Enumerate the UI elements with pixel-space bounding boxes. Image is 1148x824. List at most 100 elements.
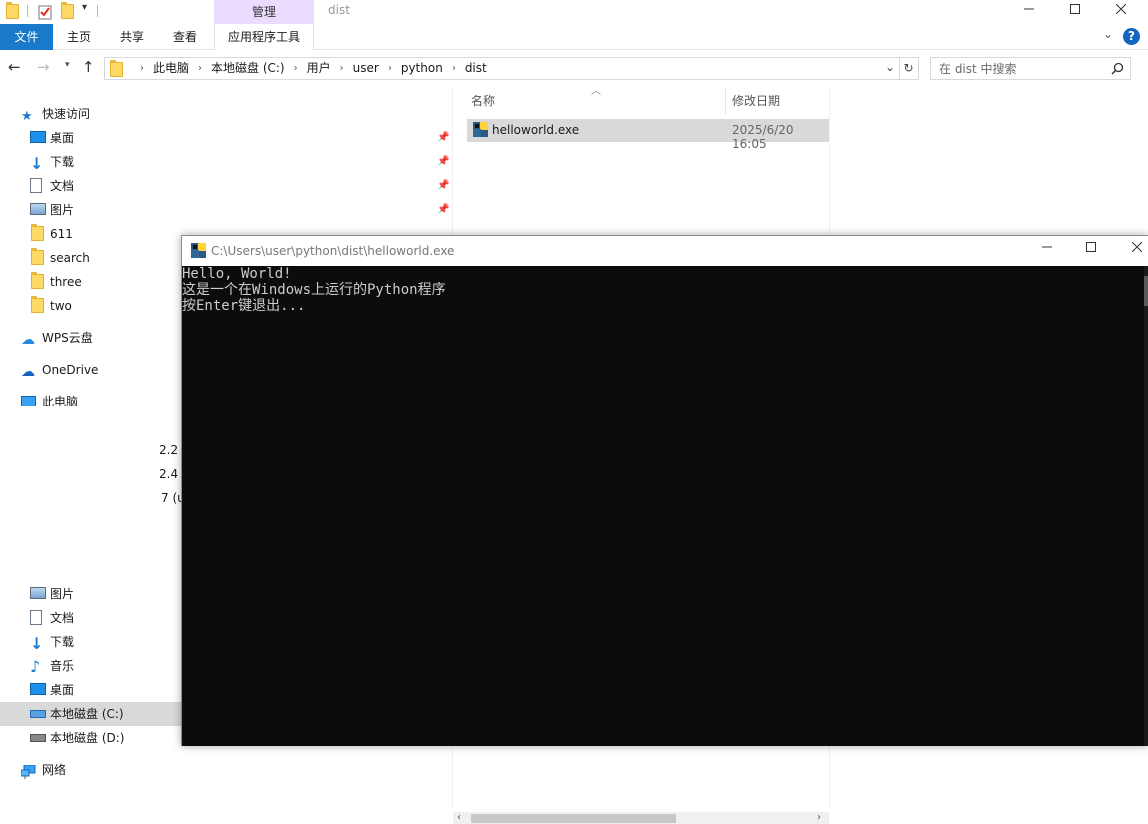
ribbon-tabs: 文件 主页 共享 查看 应用程序工具 ⌄ ? — [0, 24, 1148, 50]
onedrive-cloud-icon: ☁ — [21, 364, 35, 380]
tab-file[interactable]: 文件 — [0, 24, 53, 50]
console-maximize-button[interactable] — [1076, 241, 1106, 261]
pin-icon[interactable]: 📌 — [437, 150, 449, 174]
music-icon: ♪ — [30, 657, 41, 676]
breadcrumb-separator-icon[interactable]: › — [331, 58, 353, 79]
maximize-icon — [1086, 242, 1096, 252]
console-close-button[interactable] — [1122, 241, 1148, 261]
divider — [27, 5, 28, 17]
search-box[interactable] — [930, 57, 1131, 80]
console-title-bar[interactable]: C:\Users\user\python\dist\helloworld.exe — [182, 236, 1148, 266]
nav-item-downloads[interactable]: ↓ 下载 📌 — [0, 150, 453, 174]
breadcrumb-separator-icon[interactable]: › — [443, 58, 465, 79]
quick-access-dropdown-icon[interactable]: ▾ — [82, 2, 87, 13]
breadcrumb-item[interactable]: 用户 — [307, 58, 331, 79]
breadcrumb-item[interactable]: python — [401, 58, 443, 79]
window-title: dist — [328, 3, 350, 17]
console-window[interactable]: C:\Users\user\python\dist\helloworld.exe… — [181, 235, 1148, 746]
breadcrumb-separator-icon[interactable]: › — [379, 58, 401, 79]
maximize-icon — [1070, 4, 1080, 14]
minimize-icon — [1042, 246, 1052, 248]
pin-icon[interactable]: 📌 — [437, 126, 449, 150]
drive-icon — [30, 707, 46, 718]
close-icon — [1115, 3, 1127, 15]
scroll-left-chevron-icon[interactable]: ‹ — [457, 812, 461, 823]
tab-application-tools[interactable]: 应用程序工具 — [214, 24, 314, 50]
document-icon — [30, 178, 42, 193]
nav-item-documents[interactable]: 文档 📌 — [0, 174, 453, 198]
up-arrow-icon[interactable]: ↑ — [82, 58, 95, 76]
nav-item-desktop[interactable]: 桌面 📌 — [0, 126, 453, 150]
close-button[interactable] — [1098, 0, 1144, 22]
address-bar[interactable]: › 此电脑 › 本地磁盘 (C:) › 用户 › user › python ›… — [104, 57, 900, 80]
pictures-icon — [30, 203, 46, 215]
download-icon: ↓ — [30, 154, 44, 173]
folder-icon — [110, 60, 123, 77]
scrollbar-thumb[interactable] — [1144, 276, 1148, 306]
sort-ascending-icon: ︿ — [591, 86, 601, 97]
breadcrumb-item[interactable]: 此电脑 — [153, 58, 189, 79]
scroll-right-chevron-icon[interactable]: › — [817, 812, 821, 823]
column-header-date-modified[interactable]: 修改日期 — [732, 92, 780, 109]
maximize-button[interactable] — [1052, 0, 1098, 22]
breadcrumb-item[interactable]: user — [353, 58, 379, 79]
folder-icon — [31, 224, 44, 241]
file-row[interactable]: helloworld.exe 2025/6/20 16:05 — [467, 119, 829, 151]
console-title: C:\Users\user\python\dist\helloworld.exe — [211, 244, 455, 258]
document-icon — [30, 610, 42, 625]
back-arrow-icon[interactable]: ← — [8, 58, 21, 76]
pin-icon[interactable]: 📌 — [437, 198, 449, 222]
breadcrumb-separator-icon[interactable]: › — [285, 58, 307, 79]
desktop-icon — [30, 683, 46, 695]
nav-network[interactable]: 网络 — [0, 758, 453, 782]
column-header-name[interactable]: 名称 — [471, 92, 495, 109]
folder-icon — [31, 248, 44, 265]
python-exe-icon — [191, 243, 206, 258]
column-header-row: ︿ 名称 修改日期 — [467, 86, 829, 114]
breadcrumb-separator-icon[interactable]: › — [189, 58, 211, 79]
forward-arrow-icon[interactable]: → — [37, 58, 50, 76]
console-minimize-button[interactable] — [1032, 241, 1062, 261]
console-output[interactable]: Hello, World! 这是一个在Windows上运行的Python程序 按En… — [182, 266, 1148, 746]
folder-icon[interactable] — [6, 2, 19, 19]
horizontal-scrollbar[interactable]: ‹ › — [453, 812, 829, 824]
minimize-button[interactable] — [1006, 0, 1052, 22]
tab-view[interactable]: 查看 — [161, 24, 209, 50]
drive-icon — [30, 731, 46, 742]
address-dropdown-chevron-icon[interactable]: ⌄ — [885, 60, 895, 74]
close-icon — [1131, 241, 1143, 253]
column-resize-handle[interactable] — [725, 88, 726, 114]
tab-home[interactable]: 主页 — [55, 24, 103, 50]
nav-quick-access[interactable]: ★ 快速访问 — [0, 102, 453, 126]
breadcrumb-separator-icon[interactable]: › — [131, 58, 153, 79]
navigation-bar: ← → ▾ ↑ › 此电脑 › 本地磁盘 (C:) › 用户 › user › … — [0, 55, 1148, 83]
help-icon[interactable]: ? — [1123, 28, 1140, 45]
properties-icon[interactable] — [37, 4, 53, 23]
console-line: 这是一个在Windows上运行的Python程序 — [182, 282, 446, 298]
console-scrollbar[interactable] — [1144, 266, 1148, 746]
search-icon[interactable] — [1111, 62, 1124, 75]
folder-icon — [31, 296, 44, 313]
tab-share[interactable]: 共享 — [108, 24, 156, 50]
nav-item-pictures[interactable]: 图片 📌 — [0, 198, 453, 222]
pictures-icon — [30, 587, 46, 599]
pin-icon[interactable]: 📌 — [437, 174, 449, 198]
ribbon-expand-chevron-icon[interactable]: ⌄ — [1103, 27, 1113, 41]
recent-locations-chevron-icon[interactable]: ▾ — [65, 60, 70, 70]
breadcrumb-item[interactable]: dist — [465, 58, 487, 79]
nav-pc-drive-c[interactable]: 本地磁盘 (C:) — [0, 702, 182, 726]
console-line: 按Enter键退出... — [182, 298, 306, 314]
search-input[interactable] — [931, 58, 1101, 79]
refresh-button[interactable]: ↻ — [899, 57, 919, 80]
new-folder-icon[interactable] — [61, 2, 74, 19]
file-name: helloworld.exe — [492, 123, 580, 137]
file-date-modified: 2025/6/20 16:05 — [732, 123, 794, 151]
breadcrumb-item[interactable]: 本地磁盘 (C:) — [211, 58, 285, 79]
scrollbar-thumb[interactable] — [471, 814, 676, 823]
network-icon — [20, 763, 37, 787]
folder-icon — [31, 272, 44, 289]
breadcrumb: › 此电脑 › 本地磁盘 (C:) › 用户 › user › python ›… — [131, 58, 487, 79]
desktop-icon — [30, 131, 46, 143]
title-bar: ▾ 管理 dist — [0, 0, 1148, 24]
manage-context-tab[interactable]: 管理 — [214, 0, 314, 24]
